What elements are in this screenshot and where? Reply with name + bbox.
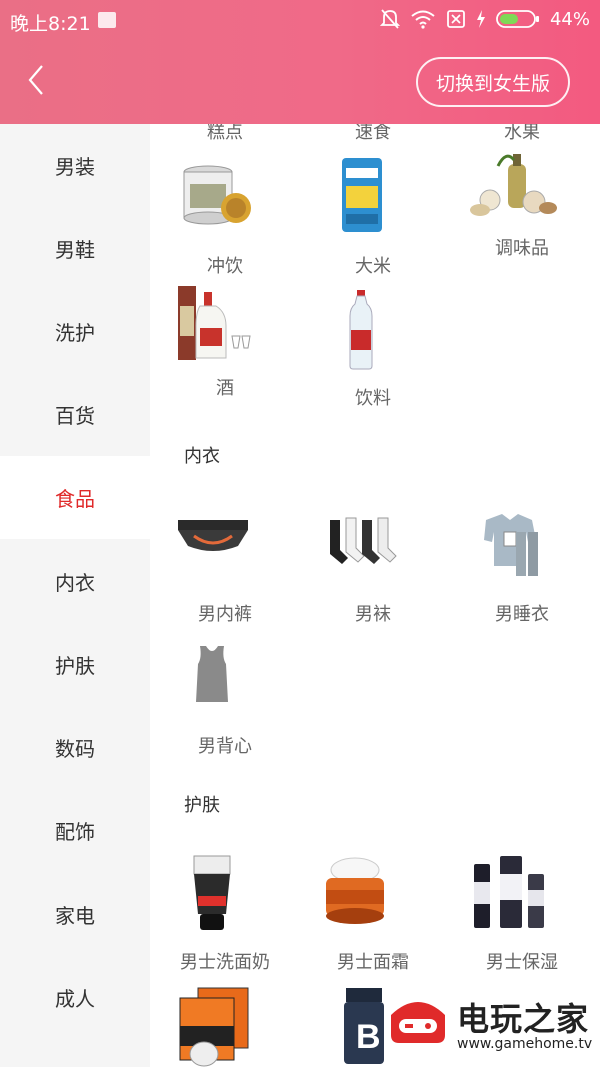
- liquor-icon[interactable]: [176, 282, 258, 362]
- back-arrow-icon[interactable]: [20, 60, 60, 100]
- sidebar-item-digital[interactable]: 数码: [0, 706, 150, 789]
- item-label[interactable]: 男士洗面奶: [150, 948, 300, 974]
- rice-bag-icon[interactable]: [338, 156, 386, 234]
- item-label[interactable]: 饮料: [298, 384, 448, 410]
- sidebar-item-general-goods[interactable]: 百货: [0, 373, 150, 456]
- sidebar-item-adult[interactable]: 成人: [0, 956, 150, 1039]
- battery-icon: [496, 10, 539, 28]
- face-mask-icon[interactable]: [174, 986, 258, 1067]
- message-notification-icon: [98, 12, 116, 28]
- sidebar-item-skincare[interactable]: 护肤: [0, 623, 150, 706]
- mute-bell-icon: [379, 9, 400, 29]
- moisturizer-set-icon[interactable]: [470, 854, 554, 930]
- section-title-underwear: 内衣: [184, 446, 220, 467]
- sidebar-item-accessories[interactable]: 配饰: [0, 789, 150, 872]
- item-label[interactable]: 男袜: [298, 600, 448, 626]
- item-label[interactable]: 调味品: [447, 234, 597, 260]
- item-label[interactable]: 男背心: [150, 732, 300, 758]
- seasoning-icon[interactable]: [468, 146, 560, 226]
- category-sidebar: 男装 男鞋 洗护 百货 食品 内衣 护肤 数码 配饰 家电 成人: [0, 124, 150, 1067]
- item-label[interactable]: 大米: [298, 252, 448, 278]
- gamehome-logo-icon: [391, 1002, 445, 1043]
- partial-label[interactable]: 水果: [447, 124, 597, 144]
- section-title-skincare: 护肤: [184, 795, 220, 816]
- sidebar-item-food[interactable]: 食品: [0, 456, 150, 539]
- face-cream-icon[interactable]: [322, 854, 388, 928]
- status-bar: 晚上8:21 44%: [0, 0, 600, 42]
- sidebar-item-appliances[interactable]: 家电: [0, 873, 150, 956]
- sidebar-item-mens-shoes[interactable]: 男鞋: [0, 207, 150, 290]
- pajamas-icon[interactable]: [480, 512, 544, 578]
- switch-to-female-button[interactable]: 切换到女生版: [416, 57, 570, 107]
- partial-label[interactable]: 糕点: [150, 124, 300, 144]
- sidebar-item-underwear[interactable]: 内衣: [0, 540, 150, 623]
- top-header: 晚上8:21 44% 切换到女生版: [0, 0, 600, 124]
- face-wash-icon[interactable]: [190, 854, 234, 932]
- watermark-text: 电玩之家: [457, 1000, 590, 1038]
- briefs-icon[interactable]: [176, 516, 250, 560]
- svg-text:B: B: [356, 1018, 381, 1056]
- charging-bolt-icon: [476, 10, 485, 28]
- item-label[interactable]: 冲饮: [150, 252, 300, 278]
- skincare-bottle-icon[interactable]: B: [340, 986, 386, 1067]
- category-content: 糕点 速食 水果 冲饮 大米 调味品 酒 饮料 内衣 男内裤 男袜 男睡衣 男背…: [150, 124, 600, 1067]
- item-label[interactable]: 男士保湿: [447, 948, 597, 974]
- status-icons: 44%: [379, 8, 590, 30]
- watermark-url: www.gamehome.tv: [457, 1036, 593, 1052]
- water-bottle-icon[interactable]: [348, 290, 374, 370]
- canister-icon[interactable]: [180, 162, 252, 228]
- item-label[interactable]: 酒: [150, 374, 300, 400]
- partial-label[interactable]: 速食: [298, 124, 448, 144]
- sidebar-item-menswear[interactable]: 男装: [0, 124, 150, 207]
- battery-percent: 44%: [549, 8, 590, 30]
- sidebar-item-washing-care[interactable]: 洗护: [0, 290, 150, 373]
- status-time: 晚上8:21: [10, 13, 91, 35]
- wifi-icon: [411, 10, 435, 29]
- socks-icon[interactable]: [326, 516, 398, 570]
- item-label[interactable]: 男士面霜: [298, 948, 448, 974]
- item-label[interactable]: 男睡衣: [447, 600, 597, 626]
- no-sim-icon: [447, 10, 465, 28]
- watermark: 电玩之家 www.gamehome.tv: [385, 990, 600, 1067]
- item-label[interactable]: 男内裤: [150, 600, 300, 626]
- tank-top-icon[interactable]: [194, 644, 230, 704]
